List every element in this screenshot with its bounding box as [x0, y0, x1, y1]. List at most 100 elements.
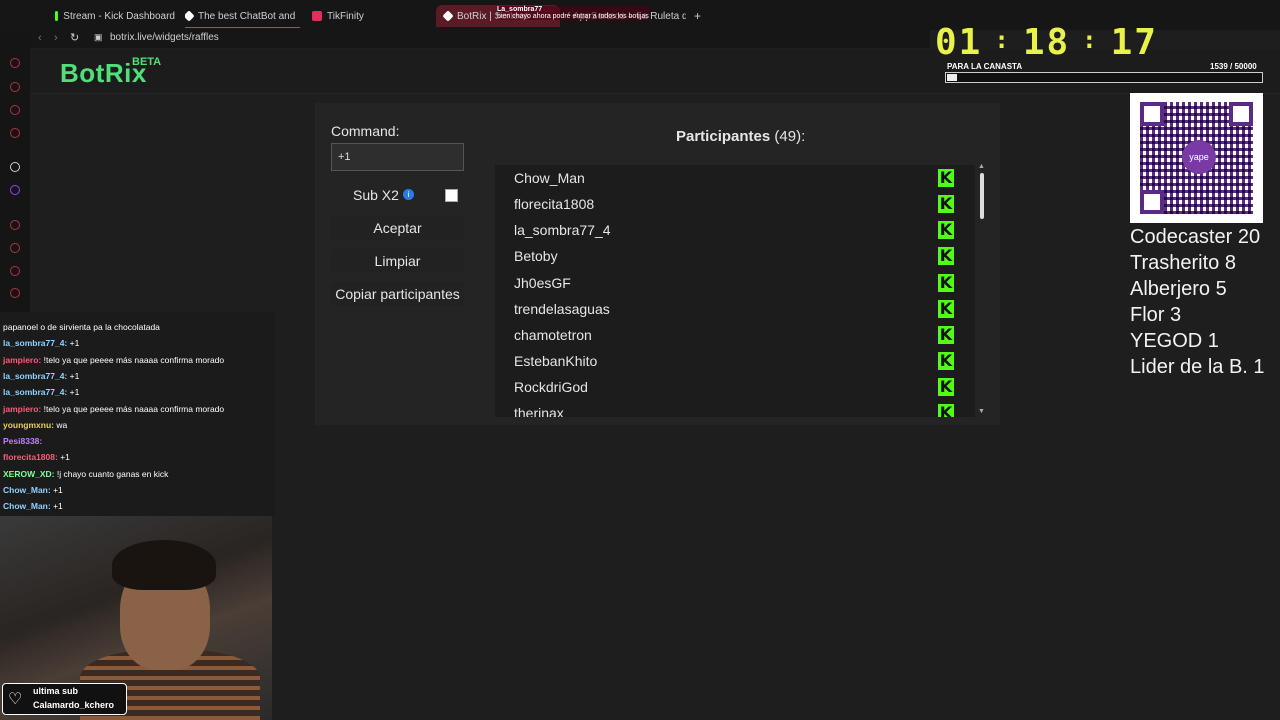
chat-username[interactable]: la_sombra77_4:: [3, 387, 67, 397]
forward-icon[interactable]: ›: [54, 32, 58, 44]
goal-progress-fill: [947, 74, 957, 81]
chat-text: +1: [69, 387, 80, 398]
chat-text: +1: [53, 501, 63, 512]
tab-kick-dashboard[interactable]: Stream - Kick Dashboard: [55, 5, 175, 27]
clock-icon[interactable]: [10, 243, 20, 253]
tikfinity-icon: [312, 11, 322, 21]
tab-label: The best ChatBot and: [198, 10, 296, 22]
kick-icon: K: [938, 404, 954, 417]
botrix-icon: [185, 10, 195, 22]
sidebar-icon-2[interactable]: [10, 82, 20, 92]
qr-finder: [1229, 102, 1253, 126]
chat-message: XEROW_XD: !j chayo cuanto ganas en kick: [3, 469, 168, 479]
timer-seconds: 17: [1110, 22, 1158, 63]
last-sub-name: Calamardo_kchero: [33, 700, 115, 710]
qr-finder: [1140, 102, 1164, 126]
chat-text: +1: [60, 452, 70, 463]
stream-timer: 01:18:17: [935, 22, 1158, 63]
sidebar-icon-9[interactable]: [10, 266, 20, 276]
chat-message: Chow_Man: +1: [3, 501, 63, 511]
twitch-icon[interactable]: [10, 185, 20, 195]
new-tab-button[interactable]: +: [694, 5, 706, 27]
sub-x2-label: Sub X2: [353, 187, 399, 203]
chat-username[interactable]: Chow_Man:: [3, 485, 51, 495]
chat-username[interactable]: florecita1808:: [3, 452, 58, 462]
chat-username[interactable]: la_sombra77_4:: [3, 371, 67, 381]
chat-text: papanoel o de sirvienta pa la chocolatad…: [3, 322, 160, 332]
participant-name: trendelasaguas: [514, 301, 610, 317]
scrollbar-thumb[interactable]: [980, 173, 984, 219]
chat-username[interactable]: la_sombra77_4:: [3, 338, 67, 348]
participant-name: Jh0esGF: [514, 275, 571, 291]
ranking-entry: Codecaster 20: [1130, 226, 1261, 248]
chat-message: youngmxnu: wa: [3, 420, 67, 430]
chat-message: florecita1808: +1: [3, 452, 70, 462]
chat-toast-message: bien chayo ahora podré entrar a todos lo…: [497, 13, 649, 20]
chat-message: jampiero: !telo ya que peeee más naaaa c…: [3, 355, 224, 365]
chat-username[interactable]: Chow_Man:: [3, 501, 51, 511]
info-icon[interactable]: i: [403, 189, 414, 200]
participant-name: florecita1808: [514, 196, 595, 212]
ranking-entry: Lider de la B. 1: [1130, 356, 1265, 378]
participant-name: la_sombra77_4: [514, 222, 611, 238]
last-sub-title: ultima sub: [33, 686, 79, 696]
kick-icon: K: [938, 299, 954, 318]
participant-name: EstebanKhito: [514, 353, 598, 369]
chat-username[interactable]: XEROW_XD:: [3, 469, 54, 479]
command-input[interactable]: [331, 143, 464, 171]
sidebar-icon-7[interactable]: [10, 220, 20, 230]
settings-icon[interactable]: [10, 288, 20, 298]
tab-chatbot[interactable]: The best ChatBot and: [185, 5, 300, 28]
scroll-up-icon[interactable]: ▲: [978, 163, 985, 170]
participant-name: Chow_Man: [514, 170, 585, 186]
command-label: Command:: [331, 123, 400, 139]
goal-progress-bar: [945, 72, 1263, 83]
beta-badge: BETA: [132, 56, 162, 68]
copy-participants-button[interactable]: Copiar participantes: [331, 282, 464, 306]
kick-icon: K: [938, 194, 954, 213]
participants-title: Participantes (49):: [676, 128, 805, 145]
chat-message: la_sombra77_4: +1: [3, 371, 79, 381]
chat-message: Chow_Man: +1: [3, 485, 63, 495]
sidebar-icon-5[interactable]: [10, 162, 20, 172]
clear-button[interactable]: Limpiar: [331, 249, 464, 273]
browser-sidebar: [0, 30, 30, 320]
webcam-person-hair: [112, 540, 216, 590]
ranking-entry: Trasherito 8: [1130, 252, 1236, 274]
chat-text: !j chayo cuanto ganas en kick: [56, 468, 169, 479]
tab-label: TikFinity: [327, 10, 364, 22]
participant-name: therinax: [514, 405, 564, 417]
lock-icon: ▣: [94, 32, 103, 42]
sub-x2-checkbox[interactable]: [445, 189, 458, 202]
chat-toast-user: La_sombra77: [497, 6, 543, 13]
kick-icon: K: [938, 325, 954, 344]
tab-label: Stream - Kick Dashboard: [63, 10, 175, 22]
yape-logo: yape: [1182, 140, 1216, 174]
back-icon[interactable]: ‹: [38, 32, 42, 44]
participants-list[interactable]: Chow_Man K florecita1808 K la_sombra77_4…: [495, 165, 975, 417]
ranking-entry: YEGOD 1: [1130, 330, 1219, 352]
sidebar-icon-4[interactable]: [10, 128, 20, 138]
sidebar-icon-3[interactable]: [10, 105, 20, 115]
chat-text: +1: [53, 485, 63, 495]
participants-count: (49):: [774, 128, 806, 145]
chat-text: +1: [69, 338, 80, 349]
chat-username[interactable]: jampiero:: [3, 355, 41, 365]
scroll-down-icon[interactable]: ▼: [978, 408, 985, 415]
botrix-icon: [442, 10, 454, 22]
reload-icon[interactable]: ↻: [70, 31, 79, 44]
chat-username[interactable]: jampiero:: [3, 404, 41, 414]
goal-label: PARA LA CANASTA: [947, 62, 1023, 71]
chat-message: jampiero: !telo ya que peeee más naaaa c…: [3, 404, 224, 414]
tab-tikfinity[interactable]: TikFinity: [312, 5, 422, 27]
ranking-entry: Alberjero 5: [1130, 278, 1227, 300]
participant-name: RockdriGod: [514, 379, 588, 395]
chat-username[interactable]: youngmxnu:: [3, 420, 54, 430]
sidebar-icon-1[interactable]: [10, 58, 20, 68]
accept-button[interactable]: Aceptar: [331, 216, 464, 240]
chat-username[interactable]: Pesi8338:: [3, 436, 42, 446]
url-text[interactable]: botrix.live/widgets/raffles: [110, 32, 219, 43]
participant-name: Betoby: [514, 248, 558, 264]
kick-icon: K: [938, 246, 954, 265]
participant-name: chamotetron: [514, 327, 592, 343]
